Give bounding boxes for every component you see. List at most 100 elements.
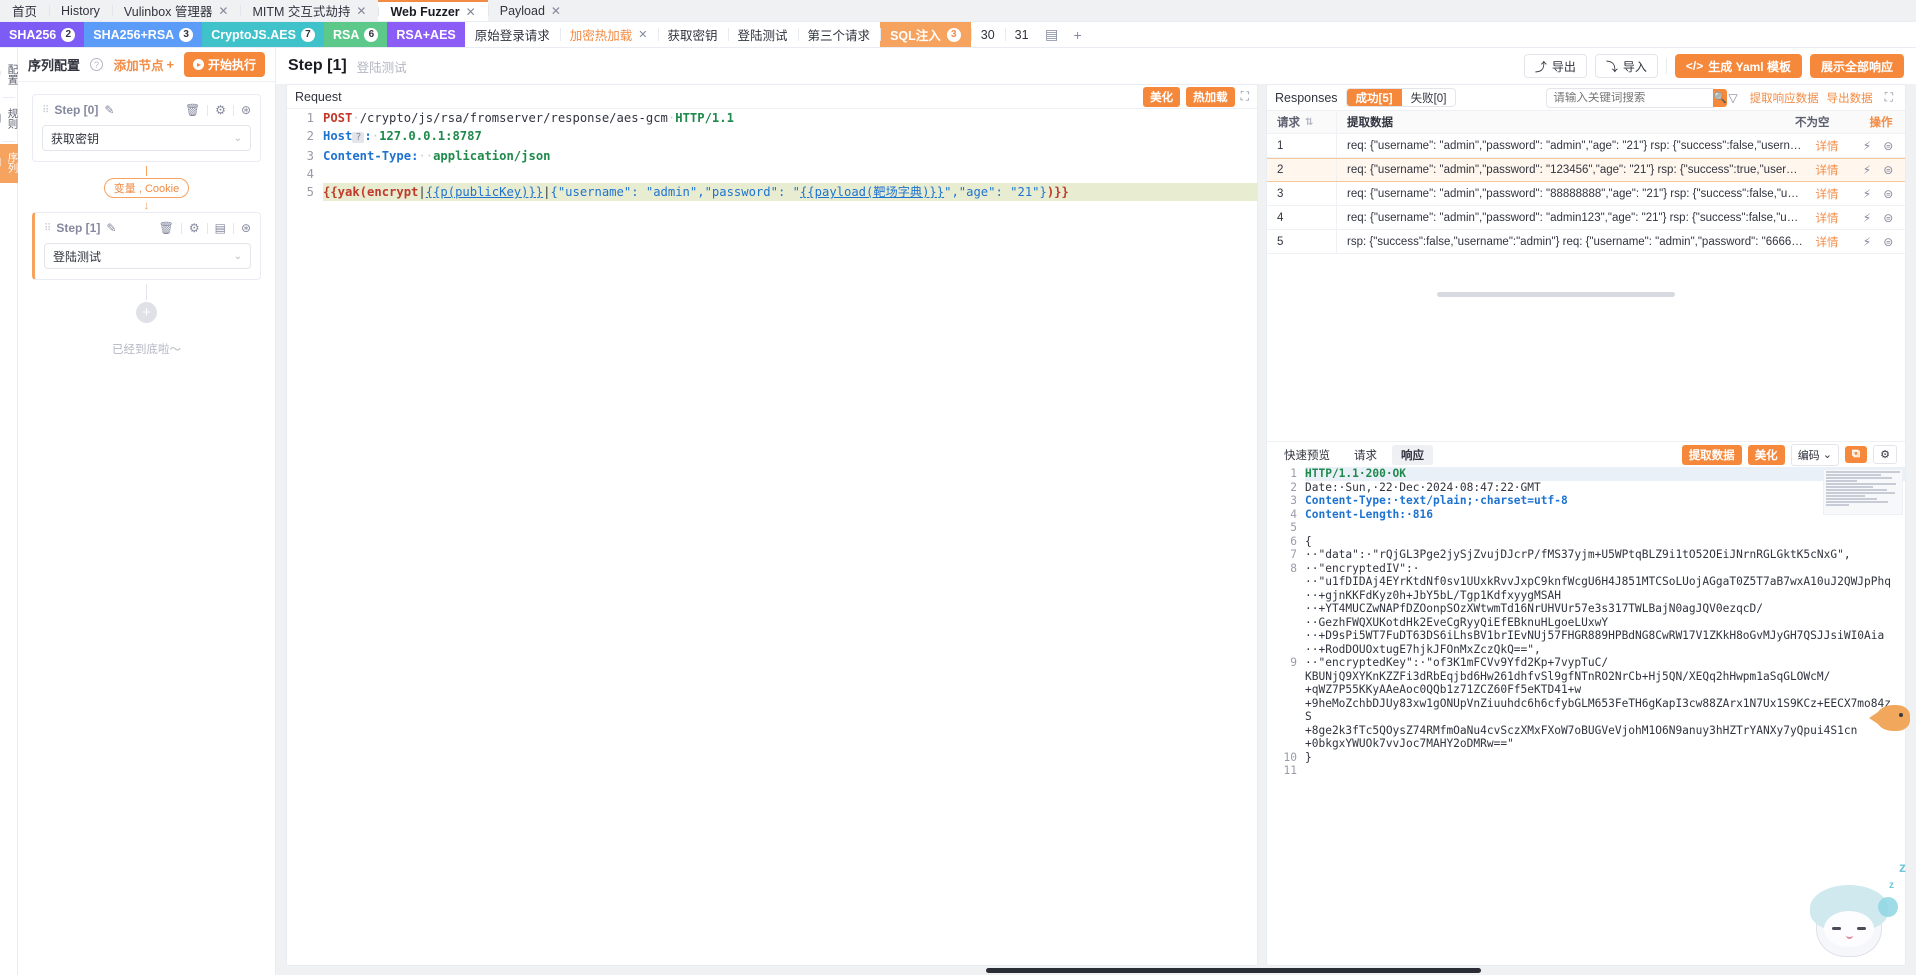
fuzzer-tab-31[interactable]: 31: [1004, 22, 1039, 47]
drag-handle-icon[interactable]: ⠿: [42, 105, 49, 116]
settings-icon[interactable]: ⚙: [1873, 445, 1897, 465]
bolt-icon[interactable]: ⚡: [1863, 235, 1871, 249]
rail-item-config[interactable]: 配置 ⚙: [0, 56, 19, 95]
cell-detail-link[interactable]: 详情: [1803, 162, 1851, 178]
rail-item-sequence[interactable]: 序列 ▥: [0, 144, 19, 183]
copy-icon[interactable]: ⧉: [1844, 446, 1868, 464]
bolt-icon[interactable]: ⚡: [1863, 139, 1871, 153]
window-tab-home[interactable]: 首页: [0, 0, 49, 21]
forward-icon[interactable]: ⊜: [1883, 163, 1893, 177]
group-tab-sha256-rsa[interactable]: SHA256+RSA 3: [84, 22, 203, 47]
filter-icon[interactable]: ▽: [1724, 91, 1741, 105]
step-select-1[interactable]: 登陆测试 ⌄: [44, 243, 251, 269]
tab-request[interactable]: 请求: [1345, 445, 1386, 465]
run-icon[interactable]: ⊛: [241, 103, 251, 117]
close-icon[interactable]: ✕: [551, 4, 561, 18]
bolt-icon[interactable]: ⚡: [1863, 211, 1871, 225]
show-all-responses-button[interactable]: 展示全部响应: [1809, 54, 1904, 78]
extract-response-data-button[interactable]: 提取响应数据: [1750, 90, 1819, 106]
bolt-icon[interactable]: ⚡: [1863, 187, 1871, 201]
cell-detail-link[interactable]: 详情: [1803, 210, 1851, 226]
table-row[interactable]: 2 req: {"username": "admin","password": …: [1267, 158, 1905, 182]
group-tab-rsa[interactable]: RSA 6: [323, 22, 388, 47]
window-tab-web-fuzzer[interactable]: Web Fuzzer ✕: [378, 0, 488, 21]
forward-icon[interactable]: ⊜: [1883, 139, 1893, 153]
export-button[interactable]: ⤴ 导出: [1523, 54, 1587, 78]
close-icon[interactable]: ✕: [218, 4, 228, 18]
forward-icon[interactable]: ⊜: [1883, 235, 1893, 249]
cell-detail-link[interactable]: 详情: [1803, 186, 1851, 202]
hotload-button[interactable]: 热加载: [1186, 86, 1235, 107]
settings-icon[interactable]: ⚙: [215, 103, 226, 117]
fuzzer-tab-original-login[interactable]: 原始登录请求: [465, 22, 560, 47]
edit-icon[interactable]: ✎: [106, 221, 116, 235]
window-tab-vulinbox[interactable]: Vulinbox 管理器 ✕: [111, 0, 241, 21]
table-row[interactable]: 5 rsp: {"success":false,"username":"admi…: [1267, 230, 1905, 254]
run-icon[interactable]: ⊛: [241, 221, 251, 235]
request-editor[interactable]: 1 POST·/crypto/js/rsa/fromserver/respons…: [287, 109, 1257, 965]
tab-response[interactable]: 响应: [1392, 444, 1433, 465]
editor-minimap[interactable]: [1823, 469, 1903, 516]
add-node-button[interactable]: 添加节点 +: [114, 55, 174, 74]
import-button[interactable]: ⤵ 导入: [1594, 54, 1658, 78]
horizontal-scrollbar[interactable]: [1437, 292, 1675, 297]
close-icon[interactable]: ✕: [638, 28, 647, 41]
cell-detail-link[interactable]: 详情: [1803, 234, 1851, 250]
extract-data-button[interactable]: 提取数据: [1681, 444, 1742, 465]
run-sequence-button[interactable]: 开始执行: [183, 52, 265, 77]
beautify-button[interactable]: 美化: [1747, 444, 1785, 465]
add-tab-icon[interactable]: +: [1065, 22, 1091, 47]
window-tab-history[interactable]: History: [49, 0, 112, 21]
window-tab-mitm[interactable]: MITM 交互式劫持 ✕: [240, 0, 378, 21]
group-tab-cryptojs-aes[interactable]: CryptoJS.AES 7: [202, 22, 324, 47]
group-tab-rsa-aes[interactable]: RSA+AES: [387, 22, 465, 47]
sort-icon[interactable]: ⇅: [1305, 117, 1313, 128]
search-input[interactable]: [1547, 91, 1714, 104]
window-tab-payload[interactable]: Payload ✕: [487, 0, 573, 21]
tab-success[interactable]: 成功[5]: [1346, 89, 1402, 106]
fuzzer-tab-get-key[interactable]: 获取密钥: [657, 22, 728, 47]
fuzzer-tab-hotload[interactable]: 加密热加载 ✕: [559, 22, 658, 47]
delete-icon[interactable]: 🗑: [185, 103, 200, 117]
fuzzer-tab-30[interactable]: 30: [970, 22, 1005, 47]
step-select-0[interactable]: 获取密钥 ⌄: [42, 125, 251, 151]
fuzzer-tab-login-test[interactable]: 登陆测试: [727, 22, 798, 47]
server-icon[interactable]: ▤: [215, 221, 226, 235]
sequence-step-0[interactable]: ⠿ Step [0] ✎ 🗑 ⚙ ⊛ 获取密钥 ⌄: [32, 94, 261, 162]
table-row[interactable]: 3 req: {"username": "admin","password": …: [1267, 182, 1905, 206]
horizontal-scrollbar-thumb[interactable]: [986, 968, 1481, 973]
fuzzer-tab-third-request[interactable]: 第三个请求: [797, 22, 881, 47]
connector-label[interactable]: 变量 , Cookie: [103, 178, 190, 198]
edit-icon[interactable]: ✎: [104, 103, 114, 117]
group-tab-sha256[interactable]: SHA256 2: [0, 22, 85, 47]
forward-icon[interactable]: ⊜: [1883, 187, 1893, 201]
export-data-button[interactable]: 导出数据: [1827, 90, 1873, 106]
close-icon[interactable]: ✕: [356, 4, 366, 18]
question-circle-icon[interactable]: ?: [90, 58, 104, 71]
close-icon[interactable]: ✕: [466, 5, 476, 19]
expand-icon[interactable]: ⛶: [1241, 89, 1249, 104]
drag-handle-icon[interactable]: ⠿: [44, 223, 51, 234]
bolt-icon[interactable]: ⚡: [1863, 163, 1871, 177]
beautify-button[interactable]: 美化: [1143, 86, 1181, 107]
rail-item-rules[interactable]: 规则 ▤: [0, 100, 19, 139]
tab-quick-preview[interactable]: 快速预览: [1275, 445, 1339, 465]
responses-search[interactable]: 🔍: [1546, 87, 1728, 108]
delete-icon[interactable]: 🗑: [159, 221, 174, 235]
generate-yaml-button[interactable]: </> 生成 Yaml 模板: [1674, 54, 1802, 78]
response-body-editor[interactable]: 1 HTTP/1.1·200·OK 2 Date:·Sun,·22·Dec·2024…: [1267, 467, 1905, 965]
tab-failed[interactable]: 失败[0]: [1402, 89, 1456, 106]
sequence-step-1[interactable]: ⠿ Step [1] ✎ 🗑 ⚙ ▤ ⊛ 登陆测试 ⌄: [32, 212, 261, 280]
forward-icon[interactable]: ⊜: [1883, 211, 1893, 225]
save-icon[interactable]: ▤: [1039, 22, 1065, 47]
table-row[interactable]: 4 req: {"username": "admin","password": …: [1267, 206, 1905, 230]
encoding-select[interactable]: 编码 ⌄: [1790, 443, 1839, 466]
expand-icon[interactable]: ⛶: [1881, 90, 1897, 105]
header-hint-badge[interactable]: ?: [352, 132, 365, 143]
add-step-button[interactable]: +: [136, 302, 157, 323]
fuzzer-tab-sql-injection[interactable]: SQL注入 3: [880, 22, 971, 47]
cell-detail-link[interactable]: 详情: [1803, 138, 1851, 154]
table-row[interactable]: 1 req: {"username": "admin","password": …: [1267, 134, 1905, 158]
column-header-request[interactable]: 请求 ⇅: [1267, 111, 1337, 133]
settings-icon[interactable]: ⚙: [189, 221, 200, 235]
